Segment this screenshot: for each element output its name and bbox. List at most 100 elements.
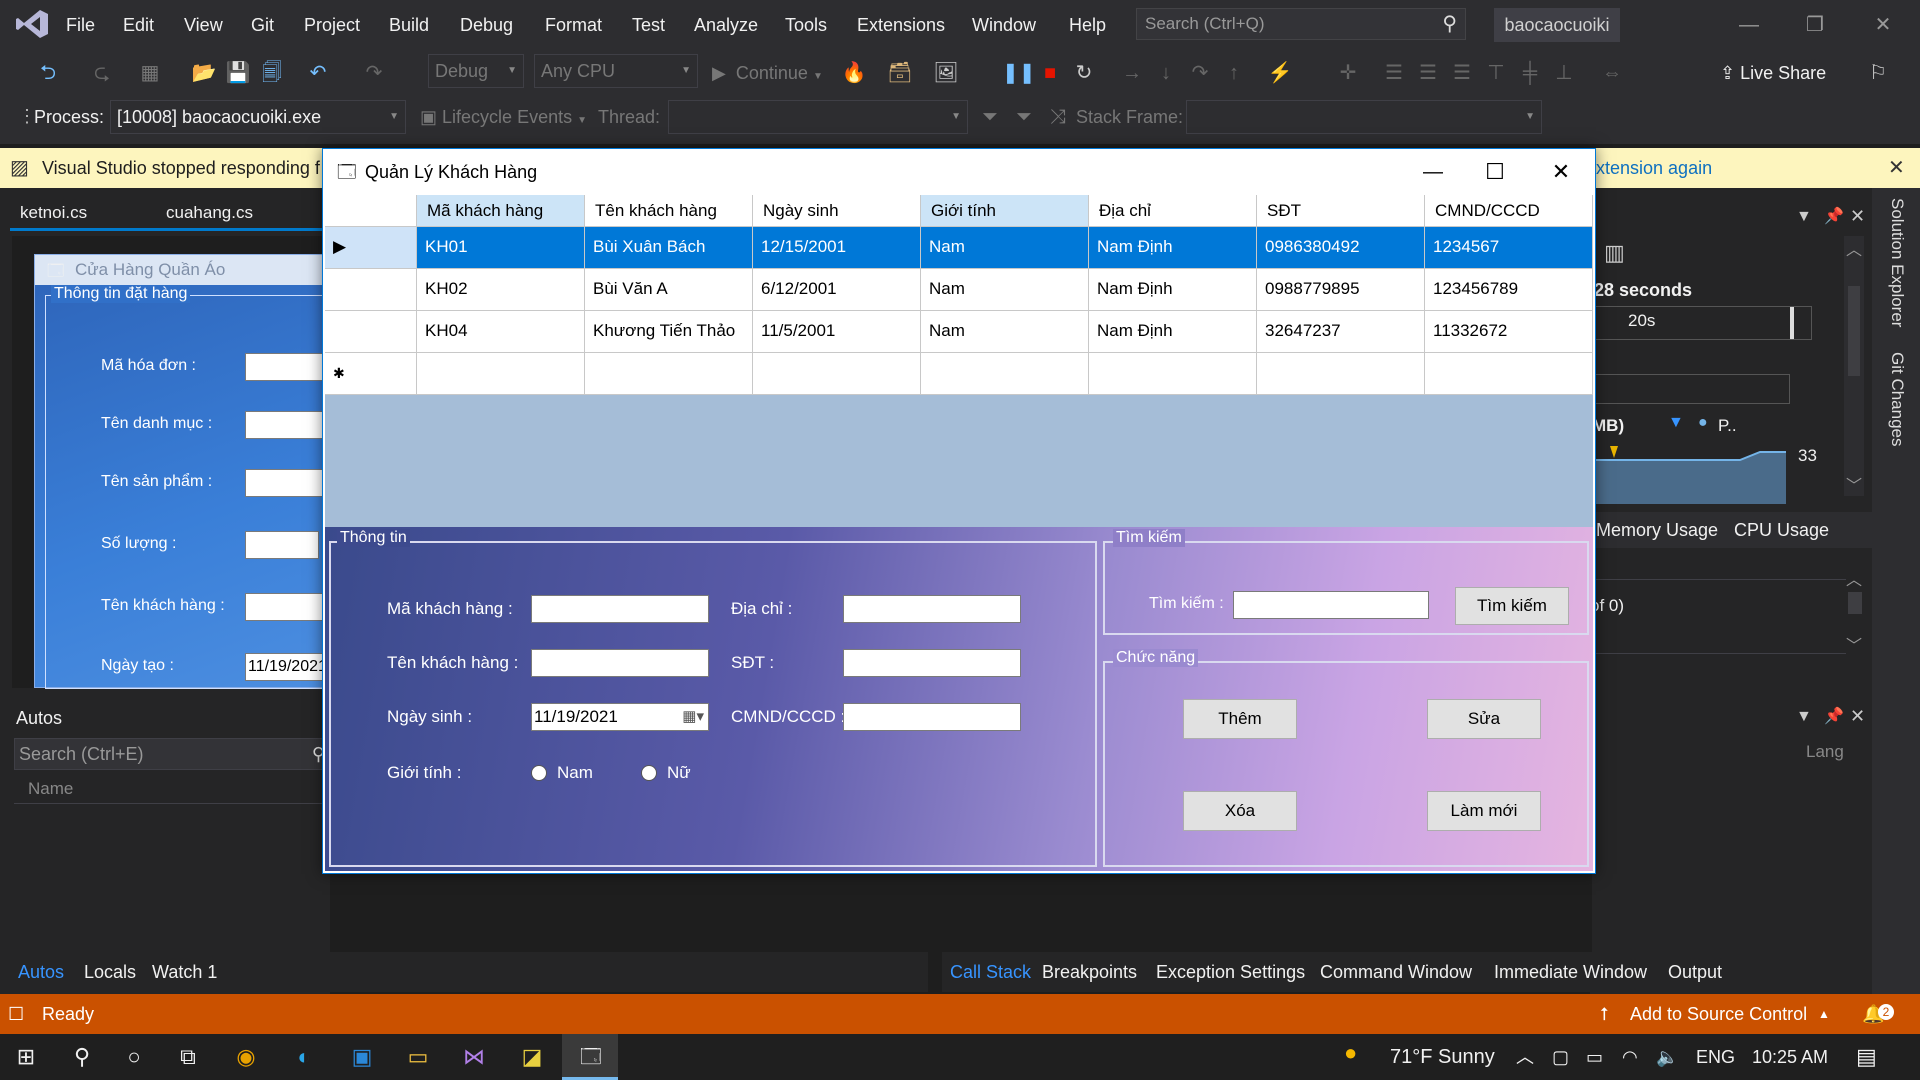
open-folder-icon[interactable]: 📂 <box>190 59 218 87</box>
cell-ngay-sinh[interactable]: 11/5/2001 <box>753 311 921 353</box>
menu-debug[interactable]: Debug <box>460 0 513 50</box>
sdt-input[interactable] <box>843 649 1021 677</box>
tab-call-stack[interactable]: Call Stack <box>950 952 1031 992</box>
cell-gioi-tinh[interactable]: Nam <box>921 311 1089 353</box>
xoa-button[interactable]: Xóa <box>1183 791 1297 831</box>
cell-gioi-tinh[interactable]: Nam <box>921 269 1089 311</box>
close-icon[interactable]: ✕ <box>1850 706 1865 727</box>
feedback-icon[interactable]: ⚐ <box>1864 59 1892 87</box>
menu-view[interactable]: View <box>184 0 223 50</box>
cell-ngay-sinh[interactable]: 12/15/2001 <box>753 227 921 269</box>
step-into-icon[interactable]: ↓ <box>1152 59 1180 87</box>
maximize-icon[interactable]: ☐ <box>1475 149 1515 195</box>
cell-ma-khach-hang[interactable]: KH04 <box>417 311 585 353</box>
align-center-icon[interactable]: ☰ <box>1414 59 1442 87</box>
file-explorer-icon[interactable]: ▭ <box>400 1040 436 1074</box>
new-row[interactable]: ✱ <box>325 353 1593 395</box>
edge-icon[interactable]: ◐ <box>286 1040 322 1074</box>
close-icon[interactable]: ✕ <box>1856 0 1910 50</box>
back-icon[interactable]: ⮌ <box>34 59 62 87</box>
column-header-cmnd[interactable]: CMND/CCCD <box>1425 195 1593 227</box>
windows-start-icon[interactable]: ⊞ <box>8 1040 44 1074</box>
show-threads-icon[interactable]: ⤨ <box>1044 103 1072 131</box>
store-icon[interactable]: ▣ <box>344 1040 380 1074</box>
them-button[interactable]: Thêm <box>1183 699 1297 739</box>
cmnd-input[interactable] <box>843 703 1021 731</box>
stop-icon[interactable]: ■ <box>1036 59 1064 87</box>
step-out-icon[interactable]: ↷ <box>1186 59 1214 87</box>
minimize-icon[interactable]: — <box>1413 149 1453 195</box>
step-back-icon[interactable]: ↑ <box>1220 59 1248 87</box>
process-dropdown[interactable]: [10008] baocaocuoiki.exe ▼ <box>110 100 406 134</box>
align-top-icon[interactable]: ⊤ <box>1482 59 1510 87</box>
tab-watch-1[interactable]: Watch 1 <box>152 952 217 992</box>
row-selector[interactable] <box>325 311 417 353</box>
configuration-dropdown[interactable]: Debug ▼ <box>428 54 524 88</box>
cell-ten-khach-hang[interactable]: Bùi Văn A <box>585 269 753 311</box>
dia-chi-input[interactable] <box>843 595 1021 623</box>
pin-icon[interactable]: 📌 <box>1824 206 1844 226</box>
ma-hoa-don-input[interactable] <box>245 353 331 381</box>
radio-nam[interactable] <box>531 765 547 781</box>
ma-khach-hang-input[interactable] <box>531 595 709 623</box>
cell-gioi-tinh[interactable]: Nam <box>921 227 1089 269</box>
diagnostics-icon[interactable]: ⚡ <box>1266 59 1294 87</box>
running-app-button[interactable]: 🗔 <box>562 1034 618 1080</box>
new-cell[interactable] <box>1425 353 1593 395</box>
new-cell[interactable] <box>417 353 585 395</box>
save-icon[interactable]: 💾 <box>224 59 252 87</box>
tab-cuahang[interactable]: cuahang.cs <box>166 196 253 230</box>
chevron-up-icon[interactable]: ︿ <box>1516 1034 1534 1080</box>
lam-moi-button[interactable]: Làm mới <box>1427 791 1541 831</box>
table-row[interactable]: KH04 Khương Tiến Thảo 11/5/2001 Nam Nam … <box>325 311 1593 353</box>
spacing-icon[interactable]: ⇔ <box>1598 59 1626 87</box>
pin-icon[interactable]: 📌 <box>1824 706 1844 726</box>
menu-file[interactable]: File <box>66 0 95 50</box>
platform-dropdown[interactable]: Any CPU ▼ <box>534 54 698 88</box>
autos-search-input[interactable]: Search (Ctrl+E) ⚲ <box>14 738 330 770</box>
ten-san-pham-input[interactable] <box>245 469 331 497</box>
close-icon[interactable]: ✕ <box>1541 149 1581 195</box>
row-selector[interactable]: ▶ <box>325 227 417 269</box>
process-explorer-icon[interactable]: 🗃 <box>886 59 914 87</box>
ten-khach-hang-input[interactable] <box>531 649 709 677</box>
align-left-icon[interactable]: ☰ <box>1380 59 1408 87</box>
column-header-ngay-sinh[interactable]: Ngày sinh <box>753 195 921 227</box>
table-row[interactable]: ▶ KH01 Bùi Xuân Bách 12/15/2001 Nam Nam … <box>325 227 1593 269</box>
column-header-ma-khach-hang[interactable]: Mã khách hàng <box>417 195 585 227</box>
new-cell[interactable] <box>1089 353 1257 395</box>
align-bottom-icon[interactable]: ⊥ <box>1550 59 1578 87</box>
cell-cmnd[interactable]: 11332672 <box>1425 311 1593 353</box>
side-tab-git-changes[interactable]: Git Changes <box>1882 352 1912 552</box>
save-all-icon[interactable]: 🗐 <box>258 59 286 87</box>
menu-project[interactable]: Project <box>304 0 360 50</box>
tab-memory-usage[interactable]: Memory Usage <box>1596 512 1718 548</box>
scroll-thumb[interactable] <box>1848 286 1860 376</box>
tab-output[interactable]: Output <box>1668 952 1722 992</box>
ngay-sinh-datepicker[interactable]: 11/19/2021 ▦▾ <box>531 703 709 731</box>
cell-sdt[interactable]: 0986380492 <box>1257 227 1425 269</box>
add-to-source-control-button[interactable]: Add to Source Control <box>1630 994 1807 1034</box>
column-header-dia-chi[interactable]: Địa chỉ <box>1089 195 1257 227</box>
new-cell[interactable] <box>585 353 753 395</box>
language-indicator[interactable]: ENG <box>1696 1034 1735 1080</box>
hot-reload-icon[interactable]: 🔥 <box>840 59 868 87</box>
menu-edit[interactable]: Edit <box>123 0 154 50</box>
close-icon[interactable]: ✕ <box>1888 148 1905 188</box>
filter-icon[interactable]: ⏷ <box>976 103 1004 131</box>
settings-chart-icon[interactable]: ▥ <box>1604 240 1625 266</box>
cell-ten-khach-hang[interactable]: Bùi Xuân Bách <box>585 227 753 269</box>
global-search-input[interactable]: Search (Ctrl+Q) ⚲ <box>1136 8 1466 40</box>
task-view-icon[interactable]: ⧉ <box>170 1040 206 1074</box>
new-item-icon[interactable]: ▦ <box>136 59 164 87</box>
diag-scrollbar[interactable]: ︿ ﹀ <box>1844 236 1864 496</box>
tab-command-window[interactable]: Command Window <box>1320 952 1472 992</box>
search-icon[interactable]: ⚲ <box>64 1040 100 1074</box>
chevron-down-icon[interactable]: ▼ <box>1796 708 1812 726</box>
tim-kiem-button[interactable]: Tìm kiếm <box>1455 587 1569 625</box>
column-header-gioi-tinh[interactable]: Giới tính <box>921 195 1089 227</box>
diag-scrollbar-2[interactable]: ︿ ﹀ <box>1846 566 1864 656</box>
ten-danh-muc-input[interactable] <box>245 411 331 439</box>
chrome-icon[interactable]: ◉ <box>228 1040 264 1074</box>
menu-extensions[interactable]: Extensions <box>857 0 945 50</box>
